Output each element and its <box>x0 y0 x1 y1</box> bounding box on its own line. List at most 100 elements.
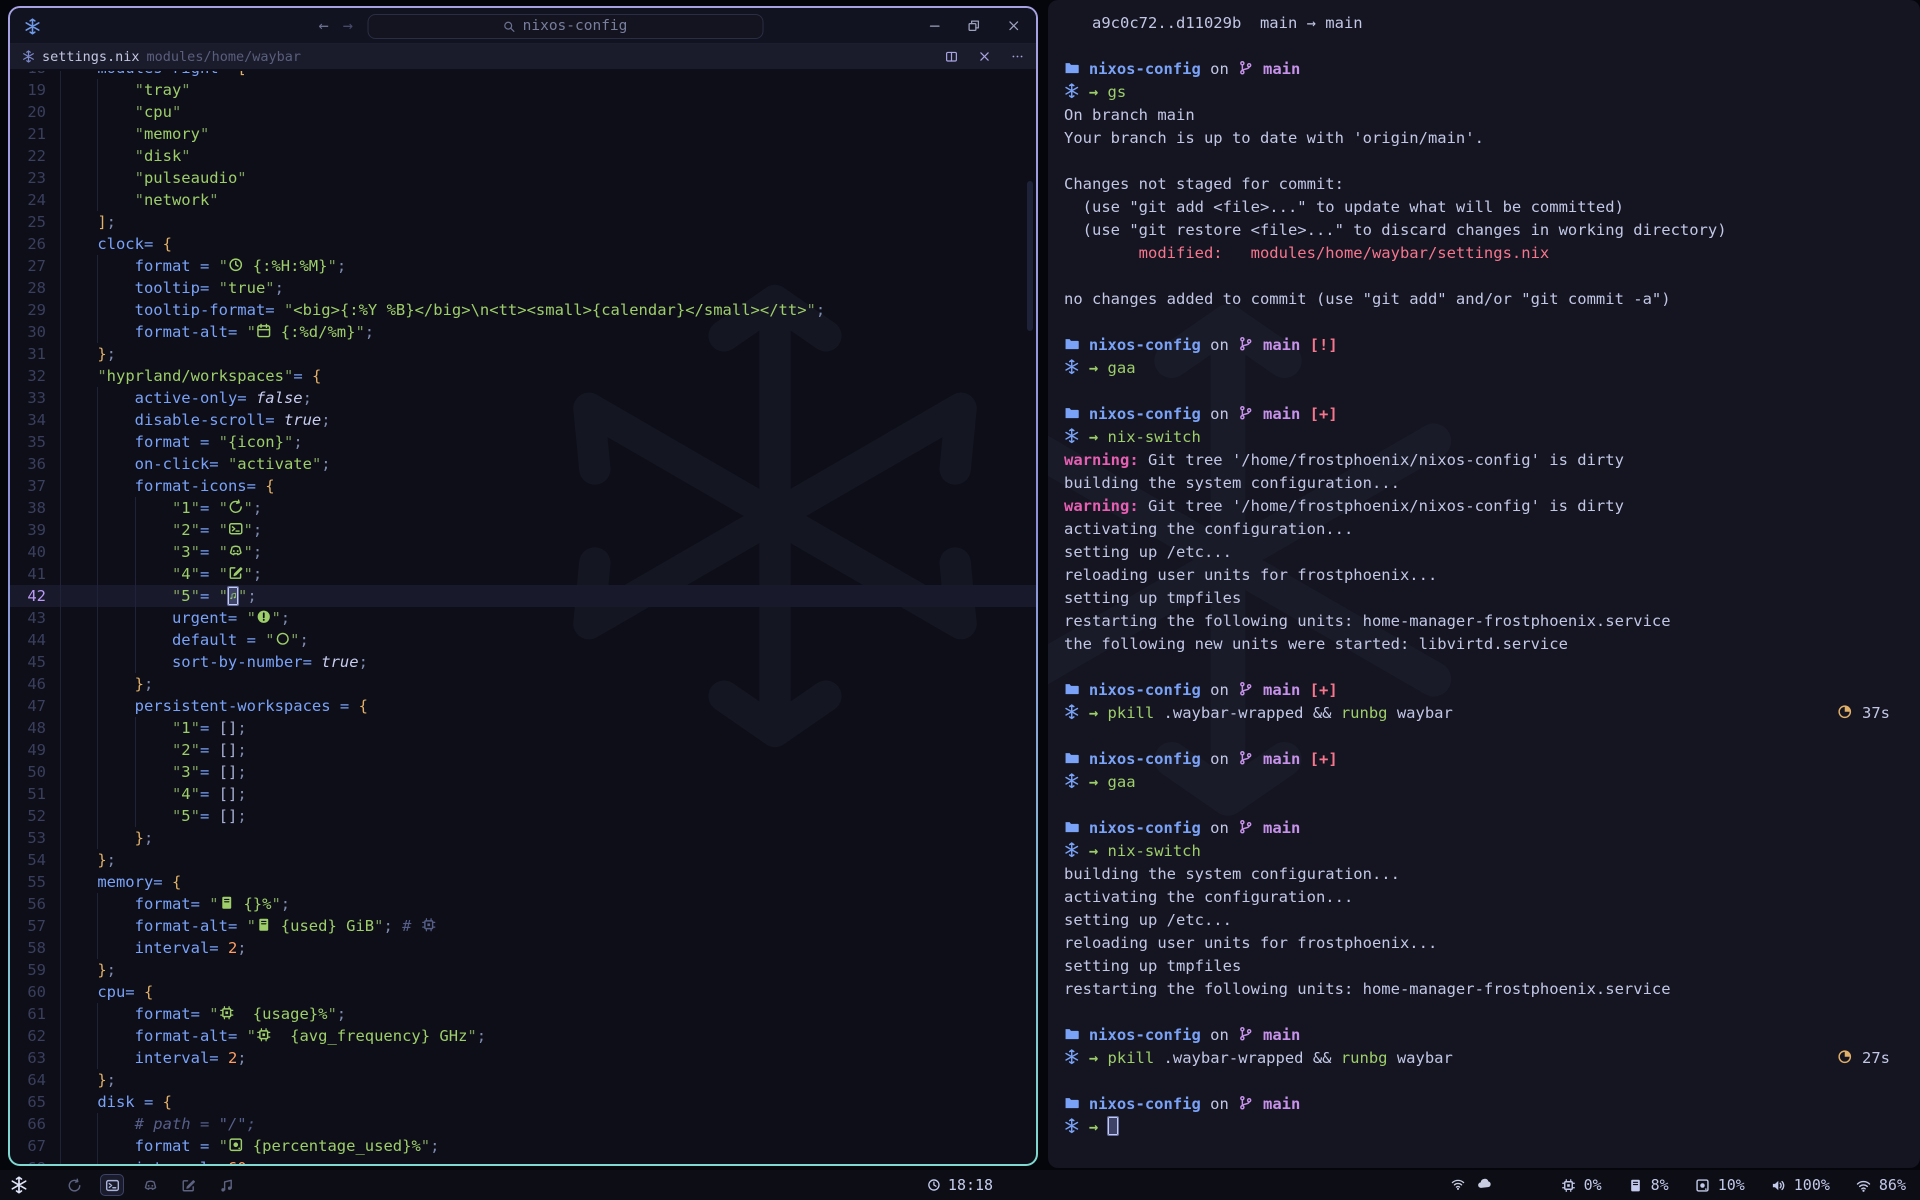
code-line-45[interactable]: 45sort-by-number= true; <box>10 651 1036 673</box>
code-editor[interactable]: 18modules-right= [19"tray"20"cpu"21"memo… <box>10 71 1036 1164</box>
code-line-33[interactable]: 33active-only= false; <box>10 387 1036 409</box>
code-line-36[interactable]: 36on-click= "activate"; <box>10 453 1036 475</box>
code-line-40[interactable]: 40"3"= ""; <box>10 541 1036 563</box>
edit-icon <box>228 565 244 581</box>
workspace-2-active[interactable] <box>100 1174 124 1196</box>
metric-disk[interactable]: 10% <box>1695 1176 1745 1194</box>
code-line-60[interactable]: 60cpu= { <box>10 981 1036 1003</box>
code-line-26[interactable]: 26clock= { <box>10 233 1036 255</box>
nav-back-button[interactable]: ← <box>319 16 329 36</box>
code-line-35[interactable]: 35format = "{icon}"; <box>10 431 1036 453</box>
tab-settings-nix[interactable]: settings.nix modules/home/waybar <box>22 49 301 65</box>
branch-icon <box>1238 336 1254 352</box>
project-search-input[interactable]: nixos-config <box>367 14 763 39</box>
code-line-47[interactable]: 47persistent-workspaces = { <box>10 695 1036 717</box>
code-line-29[interactable]: 29tooltip-format= "<big>{:%Y %B}</big>\n… <box>10 299 1036 321</box>
code-line-24[interactable]: 24"network" <box>10 189 1036 211</box>
workspace-5[interactable] <box>214 1174 238 1196</box>
line-number: 43 <box>10 607 60 629</box>
line-number: 65 <box>10 1091 60 1113</box>
code-line-46[interactable]: 46}; <box>10 673 1036 695</box>
code-line-51[interactable]: 51"4"= []; <box>10 783 1036 805</box>
line-number: 28 <box>10 277 60 299</box>
code-line-38[interactable]: 38"1"= ""; <box>10 497 1036 519</box>
code-line-37[interactable]: 37format-icons= { <box>10 475 1036 497</box>
close-tab-button[interactable] <box>978 50 991 63</box>
workspace-1[interactable] <box>62 1174 86 1196</box>
folder-icon <box>1064 405 1080 421</box>
code-line-21[interactable]: 21"memory" <box>10 123 1036 145</box>
circle-icon <box>275 631 291 647</box>
metric-wifi[interactable]: 86% <box>1856 1176 1906 1194</box>
nixos-menu-icon[interactable] <box>10 1176 28 1194</box>
edit-icon <box>181 1178 196 1193</box>
terminal-line: (use "git restore <file>..." to discard … <box>1064 219 1904 242</box>
code-line-39[interactable]: 39"2"= ""; <box>10 519 1036 541</box>
code-line-32[interactable]: 32"hyprland/workspaces"= { <box>10 365 1036 387</box>
code-line-25[interactable]: 25]; <box>10 211 1036 233</box>
code-line-56[interactable]: 56format= " {}%"; <box>10 893 1036 915</box>
code-line-54[interactable]: 54}; <box>10 849 1036 871</box>
terminal-line: warning: Git tree '/home/frostphoenix/ni… <box>1064 449 1904 472</box>
tray-cloud[interactable] <box>1477 1177 1491 1193</box>
code-line-52[interactable]: 52"5"= []; <box>10 805 1036 827</box>
code-line-43[interactable]: 43urgent= ""; <box>10 607 1036 629</box>
editor-scrollbar[interactable] <box>1027 181 1033 331</box>
mem-icon <box>256 917 272 933</box>
code-line-20[interactable]: 20"cpu" <box>10 101 1036 123</box>
close-window-button[interactable] <box>1007 19 1021 33</box>
code-line-50[interactable]: 50"3"= []; <box>10 761 1036 783</box>
code-line-68[interactable]: 68interval= 60; <box>10 1157 1036 1164</box>
line-number: 58 <box>10 937 60 959</box>
code-line-59[interactable]: 59}; <box>10 959 1036 981</box>
code-line-57[interactable]: 57format-alt= " {used} GiB"; # <box>10 915 1036 937</box>
code-line-42[interactable]: 42"5"= ""; <box>10 585 1036 607</box>
terminal-line <box>1064 725 1904 748</box>
code-line-31[interactable]: 31}; <box>10 343 1036 365</box>
folder-icon <box>1064 750 1080 766</box>
clock-widget[interactable]: 18:18 <box>927 1176 993 1194</box>
line-number: 25 <box>10 211 60 233</box>
code-line-27[interactable]: 27format = " {:%H:%M}"; <box>10 255 1036 277</box>
code-line-53[interactable]: 53}; <box>10 827 1036 849</box>
discord-icon <box>228 543 244 559</box>
code-line-55[interactable]: 55memory= { <box>10 871 1036 893</box>
nix-icon <box>1064 359 1080 375</box>
code-line-30[interactable]: 30format-alt= " {:%d/%m}"; <box>10 321 1036 343</box>
minimize-button[interactable] <box>928 19 942 33</box>
code-line-28[interactable]: 28tooltip= "true"; <box>10 277 1036 299</box>
code-line-44[interactable]: 44default = ""; <box>10 629 1036 651</box>
code-line-58[interactable]: 58interval= 2; <box>10 937 1036 959</box>
metric-mem[interactable]: 8% <box>1628 1176 1669 1194</box>
workspace-3[interactable] <box>138 1174 162 1196</box>
code-line-61[interactable]: 61format= " {usage}%"; <box>10 1003 1036 1025</box>
code-line-48[interactable]: 48"1"= []; <box>10 717 1036 739</box>
metric-volume[interactable]: 100% <box>1771 1176 1830 1194</box>
more-options-button[interactable] <box>1011 50 1024 63</box>
code-line-19[interactable]: 19"tray" <box>10 79 1036 101</box>
terminal-line: Your branch is up to date with 'origin/m… <box>1064 127 1904 150</box>
code-line-67[interactable]: 67format = " {percentage_used}%"; <box>10 1135 1036 1157</box>
nav-forward-button[interactable]: → <box>343 16 353 36</box>
workspace-4[interactable] <box>176 1174 200 1196</box>
terminal-line <box>1064 35 1904 58</box>
terminal-line: (use "git add <file>..." to update what … <box>1064 196 1904 219</box>
split-pane-button[interactable] <box>945 50 958 63</box>
restore-button[interactable] <box>967 19 981 33</box>
code-line-64[interactable]: 64}; <box>10 1069 1036 1091</box>
code-line-23[interactable]: 23"pulseaudio" <box>10 167 1036 189</box>
terminal-line: a9c0c72..d11029b main → main <box>1064 12 1904 35</box>
code-line-62[interactable]: 62format-alt= " {avg_frequency} GHz"; <box>10 1025 1036 1047</box>
code-line-63[interactable]: 63interval= 2; <box>10 1047 1036 1069</box>
code-line-41[interactable]: 41"4"= ""; <box>10 563 1036 585</box>
code-line-49[interactable]: 49"2"= []; <box>10 739 1036 761</box>
code-line-66[interactable]: 66# path = "/"; <box>10 1113 1036 1135</box>
tray-wifi[interactable] <box>1451 1177 1465 1193</box>
metric-chip[interactable]: 0% <box>1561 1176 1602 1194</box>
code-line-65[interactable]: 65disk = { <box>10 1091 1036 1113</box>
code-line-18[interactable]: 18modules-right= [ <box>10 71 1036 79</box>
urgent-icon <box>256 609 272 625</box>
terminal-window[interactable]: a9c0c72..d11029b main → main nixos-confi… <box>1048 0 1920 1168</box>
code-line-22[interactable]: 22"disk" <box>10 145 1036 167</box>
code-line-34[interactable]: 34disable-scroll= true; <box>10 409 1036 431</box>
